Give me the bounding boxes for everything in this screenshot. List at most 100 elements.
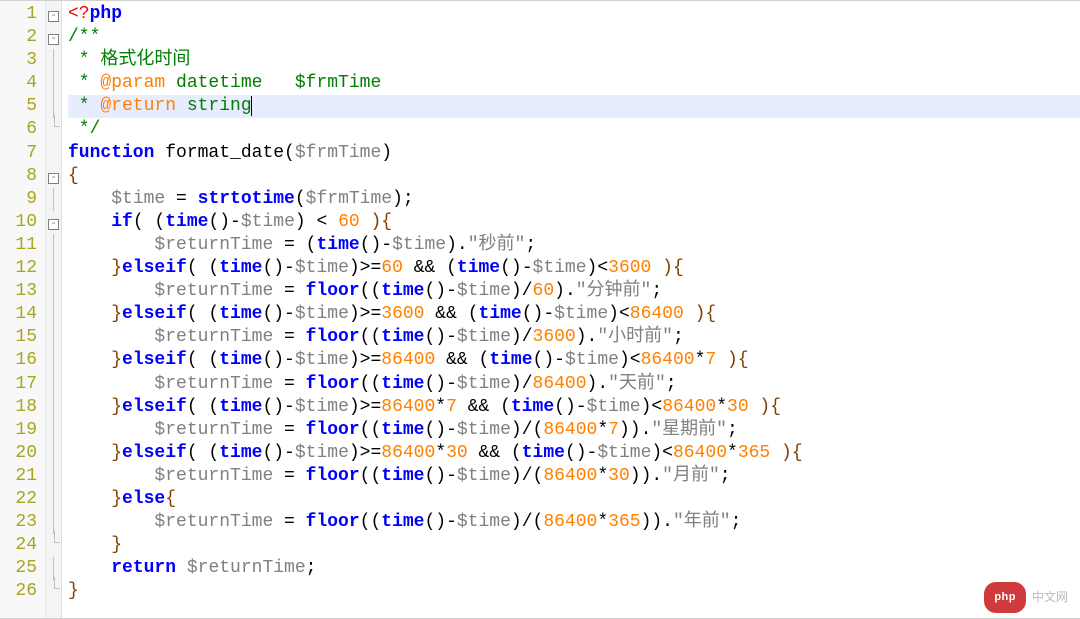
code-token: 86400 bbox=[381, 397, 435, 417]
code-token bbox=[68, 212, 111, 232]
code-token: ( ( bbox=[187, 397, 219, 417]
code-line[interactable]: $time = strtotime($frmTime); bbox=[68, 188, 1080, 211]
code-token: "天前" bbox=[608, 374, 666, 394]
fold-marker[interactable] bbox=[46, 257, 61, 280]
fold-marker[interactable] bbox=[46, 534, 61, 557]
fold-marker[interactable] bbox=[46, 580, 61, 603]
code-token: time bbox=[381, 281, 424, 301]
code-line[interactable]: $returnTime = floor((time()-$time)/60)."… bbox=[68, 280, 1080, 303]
code-token: 86400 bbox=[543, 512, 597, 532]
line-number: 16 bbox=[0, 349, 37, 372]
code-token: ( ( bbox=[133, 212, 165, 232]
code-line[interactable]: $returnTime = (time()-$time)."秒前"; bbox=[68, 234, 1080, 257]
code-line[interactable]: $returnTime = floor((time()-$time)/86400… bbox=[68, 373, 1080, 396]
code-line[interactable]: $returnTime = floor((time()-$time)/(8640… bbox=[68, 511, 1080, 534]
code-token: = bbox=[273, 374, 305, 394]
code-token: 30 bbox=[608, 466, 630, 486]
code-line[interactable]: function format_date($frmTime) bbox=[68, 142, 1080, 165]
code-token: ). bbox=[587, 374, 609, 394]
code-line[interactable]: if( (time()-$time) < 60 ){ bbox=[68, 211, 1080, 234]
fold-marker[interactable]: - bbox=[46, 211, 61, 234]
fold-marker[interactable] bbox=[46, 280, 61, 303]
code-line[interactable]: <?php bbox=[68, 3, 1080, 26]
code-token: 60 bbox=[338, 212, 360, 232]
code-token: "秒前" bbox=[468, 235, 526, 255]
fold-marker[interactable] bbox=[46, 419, 61, 442]
code-token: ()- bbox=[262, 258, 294, 278]
code-line[interactable]: /** bbox=[68, 26, 1080, 49]
code-token: )). bbox=[641, 512, 673, 532]
fold-marker[interactable] bbox=[46, 188, 61, 211]
code-line[interactable]: * 格式化时间 bbox=[68, 49, 1080, 72]
code-line[interactable]: }elseif( (time()-$time)>=86400*30 && (ti… bbox=[68, 442, 1080, 465]
code-token: )>= bbox=[349, 350, 381, 370]
code-line[interactable]: return $returnTime; bbox=[68, 557, 1080, 580]
code-token: * bbox=[695, 350, 706, 370]
code-token: $time bbox=[457, 512, 511, 532]
code-line[interactable]: }else{ bbox=[68, 488, 1080, 511]
code-token: ()- bbox=[262, 350, 294, 370]
code-token: ( bbox=[295, 189, 306, 209]
fold-marker[interactable] bbox=[46, 72, 61, 95]
code-line[interactable]: } bbox=[68, 534, 1080, 557]
code-area[interactable]: <?php/** * 格式化时间 * @param datetime $frmT… bbox=[62, 1, 1080, 618]
code-line[interactable]: $returnTime = floor((time()-$time)/(8640… bbox=[68, 465, 1080, 488]
fold-marker[interactable] bbox=[46, 142, 61, 165]
code-token: (( bbox=[360, 420, 382, 440]
code-token: )/( bbox=[511, 420, 543, 440]
code-token: 86400 bbox=[630, 304, 684, 324]
fold-marker[interactable]: - bbox=[46, 26, 61, 49]
code-token: $returnTime bbox=[154, 512, 273, 532]
code-token bbox=[68, 281, 154, 301]
code-token bbox=[68, 466, 154, 486]
code-token: )/( bbox=[511, 512, 543, 532]
code-token: * bbox=[68, 73, 100, 93]
code-token: { bbox=[165, 489, 176, 509]
fold-marker[interactable] bbox=[46, 49, 61, 72]
code-line[interactable]: * @return string bbox=[68, 95, 1080, 118]
line-number: 8 bbox=[0, 165, 37, 188]
code-line[interactable]: }elseif( (time()-$time)>=86400 && (time(… bbox=[68, 349, 1080, 372]
code-token bbox=[176, 558, 187, 578]
fold-marker[interactable] bbox=[46, 488, 61, 511]
line-number: 20 bbox=[0, 442, 37, 465]
fold-marker[interactable] bbox=[46, 373, 61, 396]
fold-marker[interactable] bbox=[46, 465, 61, 488]
code-token: return bbox=[111, 558, 176, 578]
line-number-gutter: 1234567891011121314151617181920212223242… bbox=[0, 1, 46, 618]
code-token: } bbox=[68, 443, 122, 463]
fold-marker[interactable] bbox=[46, 349, 61, 372]
fold-marker[interactable] bbox=[46, 118, 61, 141]
code-token: elseif bbox=[122, 350, 187, 370]
code-line[interactable]: { bbox=[68, 165, 1080, 188]
code-line[interactable]: }elseif( (time()-$time)>=60 && (time()-$… bbox=[68, 257, 1080, 280]
fold-marker[interactable] bbox=[46, 396, 61, 419]
code-line[interactable]: } bbox=[68, 580, 1080, 603]
code-line[interactable]: * @param datetime $frmTime bbox=[68, 72, 1080, 95]
code-token: * bbox=[435, 397, 446, 417]
code-token bbox=[68, 189, 111, 209]
code-token: ( ( bbox=[187, 258, 219, 278]
fold-marker[interactable] bbox=[46, 326, 61, 349]
code-token: floor bbox=[306, 374, 360, 394]
code-token: = bbox=[165, 189, 197, 209]
line-number: 14 bbox=[0, 303, 37, 326]
code-line[interactable]: $returnTime = floor((time()-$time)/3600)… bbox=[68, 326, 1080, 349]
code-token: $time bbox=[587, 397, 641, 417]
code-token: 7 bbox=[608, 420, 619, 440]
code-line[interactable]: $returnTime = floor((time()-$time)/(8640… bbox=[68, 419, 1080, 442]
code-line[interactable]: */ bbox=[68, 118, 1080, 141]
fold-marker[interactable]: - bbox=[46, 3, 61, 26]
fold-marker[interactable] bbox=[46, 442, 61, 465]
fold-marker[interactable] bbox=[46, 303, 61, 326]
code-token: $time bbox=[597, 443, 651, 463]
fold-marker[interactable] bbox=[46, 234, 61, 257]
code-token: )< bbox=[608, 304, 630, 324]
code-token: } bbox=[68, 581, 79, 601]
code-line[interactable]: }elseif( (time()-$time)>=3600 && (time()… bbox=[68, 303, 1080, 326]
code-token: elseif bbox=[122, 397, 187, 417]
code-token: floor bbox=[306, 327, 360, 347]
code-token: * bbox=[727, 443, 738, 463]
fold-marker[interactable]: - bbox=[46, 165, 61, 188]
code-line[interactable]: }elseif( (time()-$time)>=86400*7 && (tim… bbox=[68, 396, 1080, 419]
